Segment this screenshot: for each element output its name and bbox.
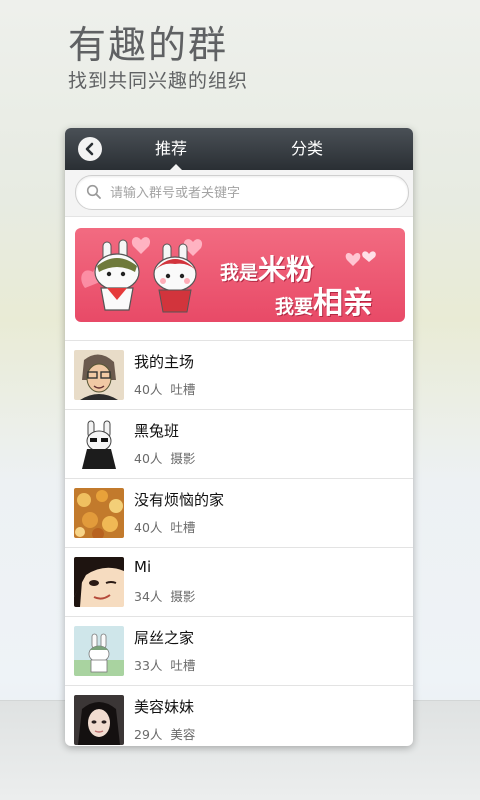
avatar	[74, 488, 124, 538]
list-item[interactable]: 没有烦恼的家 40人 吐槽	[65, 479, 413, 548]
avatar	[74, 557, 124, 607]
member-count: 40人	[134, 520, 163, 535]
group-name: 我的主场	[134, 353, 195, 371]
avatar	[74, 419, 124, 469]
search-icon	[86, 184, 101, 199]
list-item[interactable]: 我的主场 40人 吐槽	[65, 340, 413, 410]
list-item[interactable]: 美容妹妹 29人 美容	[65, 686, 413, 746]
avatar	[74, 626, 124, 676]
member-count: 29人	[134, 727, 163, 742]
back-arrow-icon	[85, 142, 94, 156]
promo-banner[interactable]: 我是米粉 我要相亲	[75, 228, 405, 322]
group-name: 美容妹妹	[134, 698, 195, 716]
group-name: 屌丝之家	[134, 629, 195, 647]
group-list: 我的主场 40人 吐槽 黑兔班 40人 摄影 没有烦恼的家 40人 吐槽 Mi …	[65, 340, 413, 746]
group-meta: 33人 吐槽	[134, 655, 195, 674]
search-input[interactable]	[108, 176, 398, 211]
banner-text-line2: 我要相亲	[275, 286, 374, 321]
hearts-decoration-icon	[345, 251, 376, 266]
back-button[interactable]	[78, 137, 102, 161]
member-count: 33人	[134, 658, 163, 673]
group-tag: 摄影	[170, 451, 196, 466]
group-name: 没有烦恼的家	[134, 491, 225, 509]
group-tag: 摄影	[170, 589, 196, 604]
group-panel: 推荐 分类 请输入群号或者关键字 我是米粉 我要相亲 我的主场 40人 吐槽 黑…	[65, 128, 413, 746]
group-meta: 40人 摄影	[134, 448, 195, 467]
group-tag: 吐槽	[170, 658, 196, 673]
group-meta: 40人 吐槽	[134, 379, 195, 398]
group-tag: 美容	[170, 727, 196, 742]
page-title: 有趣的群	[68, 23, 229, 67]
member-count: 40人	[134, 382, 163, 397]
search-box[interactable]	[75, 175, 409, 211]
member-count: 34人	[134, 589, 163, 604]
list-item[interactable]: 屌丝之家 33人 吐槽	[65, 617, 413, 686]
group-name: Mi	[134, 558, 152, 576]
group-meta: 34人 摄影	[134, 586, 195, 605]
tab-category[interactable]: 分类	[291, 128, 323, 170]
group-meta: 29人 美容	[134, 724, 195, 743]
group-tag: 吐槽	[170, 520, 196, 535]
member-count: 40人	[134, 451, 163, 466]
avatar	[74, 350, 124, 400]
list-item[interactable]: Mi 34人 摄影	[65, 548, 413, 617]
group-name: 黑兔班	[134, 422, 180, 440]
mascot-couple-illustration	[81, 237, 203, 313]
group-meta: 40人 吐槽	[134, 517, 195, 536]
page-subtitle: 找到共同兴趣的组织	[68, 70, 249, 92]
search-bar	[65, 170, 413, 217]
avatar	[74, 695, 124, 745]
list-item[interactable]: 黑兔班 40人 摄影	[65, 410, 413, 479]
top-navigation-bar: 推荐 分类	[65, 128, 413, 171]
group-tag: 吐槽	[170, 382, 196, 397]
